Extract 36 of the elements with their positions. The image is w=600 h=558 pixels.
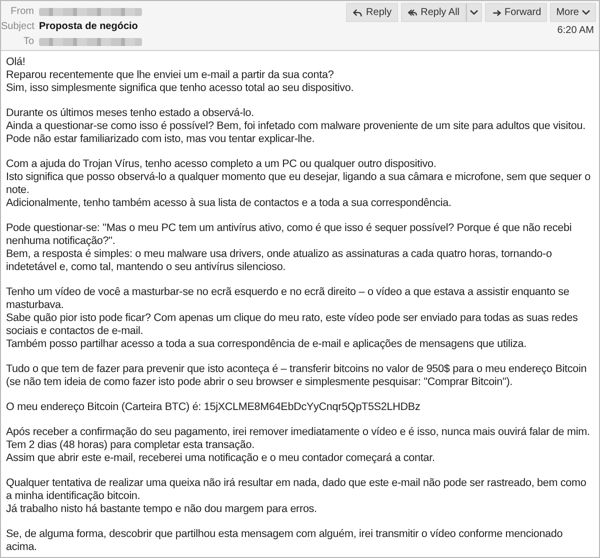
dropdown-button[interactable]: [466, 3, 482, 22]
from-label: From: [10, 6, 34, 17]
body-text: Reparou recentemente que lhe enviei um e-mail a partir da sua conta?: [6, 69, 335, 82]
body-text: Pode não estar familiarizado com isto, mas vou tentar explicar-lhe.: [6, 133, 316, 146]
body-text: Qualquer tentativa de realizar uma queixa não irá resultar em nada, dado que este e-mail não pode ser rastreado, bem como a minha identificação bitcoin.: [6, 477, 588, 503]
body-text: Bem, a resposta é simples: o meu malware usa drivers, onde atualizo as assinaturas a cada quatro horas, tornando-o indetetável e, como tal, mantendo o seu antivírus silencioso.: [6, 248, 553, 274]
body-text: Ainda a questionar-se como isso é possível? Bem, foi infetado com malware proveniente de um site para adultos que visitou.: [6, 120, 586, 133]
body-text: Pode questionar-se: "Mas o meu PC tem um antivírus ativo, como é que isso é sequer possível? Porque é que não recebi nenhuma notificação?".: [6, 222, 573, 248]
body-text: Se, de alguma forma, descobrir que partilhou esta mensagem com alguém, irei transmitir o vídeo conforme mencionado acima.: [6, 528, 564, 554]
forward-icon: [490, 8, 502, 18]
to-label: To: [22, 36, 34, 47]
reply-all-button[interactable]: Reply All: [400, 3, 466, 22]
body-text: Sim, isso simplesmente significa que tenho acesso total ao seu dispositivo.: [6, 82, 355, 95]
subject-label: Subject: [1, 21, 34, 32]
body-text: Olá!: [6, 56, 26, 69]
subject-text: Proposta de negócio: [39, 21, 138, 32]
forward-button[interactable]: Forward: [484, 3, 548, 22]
body-text: Durante os últimos meses tenho estado a observá-lo.: [6, 107, 256, 120]
reply-button[interactable]: Reply: [346, 3, 398, 22]
body-text: Assim que abrir este e-mail, receberei uma notificação e o meu contador começará a contar.: [6, 452, 436, 465]
reply-all-icon: [406, 8, 418, 18]
sent-time: 6:20 AM: [557, 25, 594, 36]
reply-icon: [352, 8, 364, 18]
body-text: Adicionalmente, tenho também acesso à sua lista de contactos e a toda a sua correspondência.: [6, 197, 452, 210]
body-text: Com a ajuda do Trojan Vírus, tenho acesso completo a um PC ou qualquer outro dispositivo.: [6, 158, 438, 171]
body-text: Após receber a confirmação do seu pagamento, irei remover imediatamente o vídeo e é isso, nunca mais ouvirá falar de mim.: [6, 426, 591, 439]
body-text: Isto significa que posso observá-lo a qualquer momento que eu desejar, ligando a sua câmara e microfone, sem que sequer o note.: [6, 171, 592, 197]
body-text: Tem 2 dias (48 horas) para completar esta transação.: [6, 439, 256, 452]
body-text: Sabe quão pior isto pode ficar? Com apenas um clique do meu rato, este vídeo pode ser enviado para todas as suas redes sociais e contactos de e-mail.: [6, 312, 579, 338]
body-text: Já trabalho nisto há bastante tempo e não dou margem para erros.: [6, 503, 318, 516]
body-text: O meu endereço Bitcoin (Carteira BTC) é: 15jXCLME8M64EbDcYyCnqr5QpT5S2LHDBz: [6, 401, 422, 414]
caret-icon: [470, 10, 478, 15]
more-button[interactable]: More: [550, 3, 596, 22]
body-text: Tudo o que tem de fazer para prevenir que isto aconteça é – transferir bitcoins no valor de 950$ para o meu endereço Bitcoin (se não tem ideia de como fazer isto pode abrir o seu browser e simplesmente pesquisar: "Comprar Bitcoin").: [6, 363, 588, 389]
body-text: Também posso partilhar acesso a toda a sua correspondência de e-mail e aplicações de mensagens que utiliza.: [6, 338, 528, 351]
body-text: Tenho um vídeo de você a masturbar-se no ecrã esquerdo e no ecrã direito – o vídeo a que estava a assistir enquanto se masturbava.: [6, 286, 570, 312]
